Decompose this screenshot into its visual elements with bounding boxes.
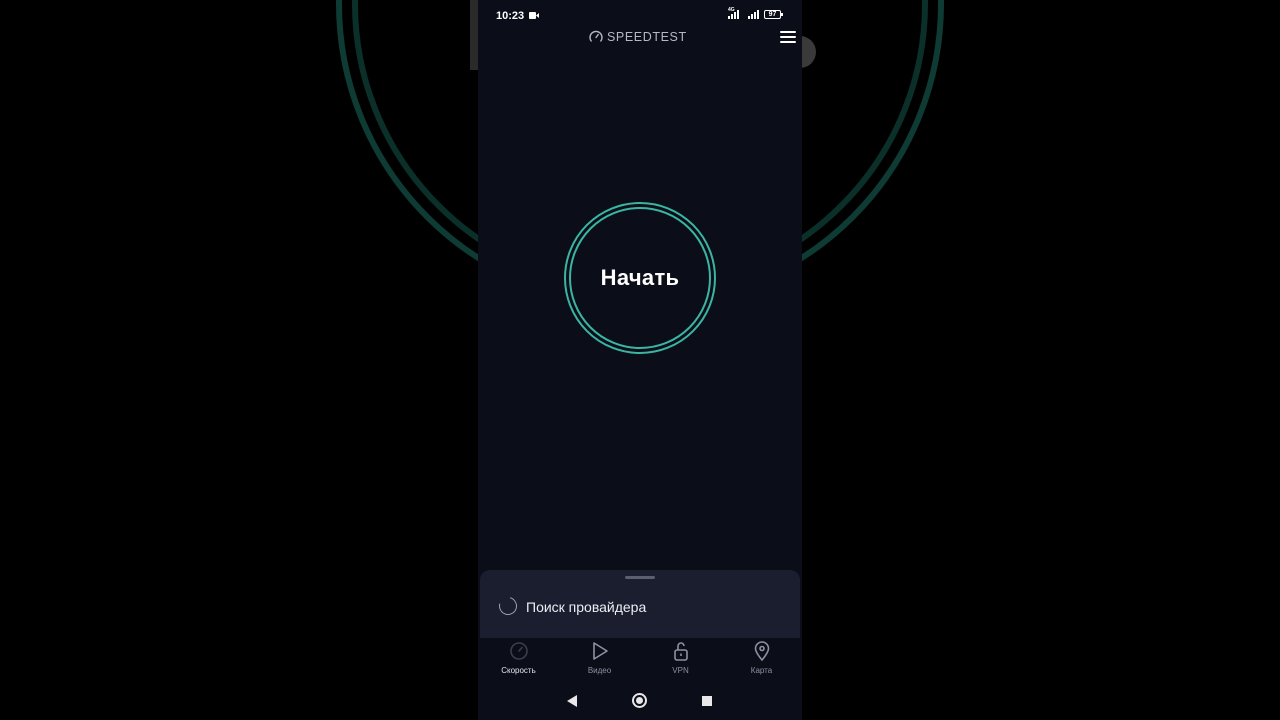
home-icon[interactable] <box>632 693 647 708</box>
status-time: 10:23 <box>496 10 525 22</box>
tab-label: Скорость <box>501 666 536 675</box>
hamburger-menu-icon[interactable] <box>780 31 796 43</box>
phone-screen: 10:23 4G 97 SPEEDTEST Начать Поиск прова… <box>478 0 802 720</box>
signal-icon <box>748 10 759 19</box>
tab-label: Карта <box>750 666 773 675</box>
app-header: SPEEDTEST <box>478 27 802 49</box>
speedometer-icon <box>509 642 528 660</box>
unlock-icon <box>673 642 688 661</box>
gauge-icon <box>589 30 603 42</box>
signal-icon <box>728 10 739 19</box>
brand-logo: SPEEDTEST <box>589 30 687 44</box>
provider-sheet[interactable]: Поиск провайдера <box>480 570 800 638</box>
status-bar: 10:23 4G 97 <box>478 0 802 30</box>
tab-label: Видео <box>587 666 612 675</box>
tab-label: VPN <box>672 666 689 675</box>
video-record-icon <box>529 12 539 19</box>
recents-icon[interactable] <box>702 696 712 706</box>
brand-name: SPEEDTEST <box>607 30 687 44</box>
loading-spinner-icon <box>495 593 521 619</box>
map-pin-icon <box>754 641 769 662</box>
tab-vpn[interactable]: VPN <box>640 638 721 680</box>
tab-speed[interactable]: Скорость <box>478 638 559 680</box>
bottom-tab-bar: Скорость Видео VPN Карта <box>478 638 802 680</box>
sheet-drag-handle[interactable] <box>625 576 655 579</box>
start-test-label: Начать <box>600 265 680 290</box>
tab-map[interactable]: Карта <box>721 638 802 680</box>
background-shadow <box>470 0 478 70</box>
back-icon[interactable] <box>567 695 577 707</box>
play-icon <box>592 642 608 660</box>
start-test-button[interactable]: Начать <box>564 202 716 354</box>
battery-icon: 97 <box>764 10 783 19</box>
provider-status-text: Поиск провайдера <box>526 599 647 615</box>
tab-video[interactable]: Видео <box>559 638 640 680</box>
system-nav-bar <box>478 682 802 720</box>
